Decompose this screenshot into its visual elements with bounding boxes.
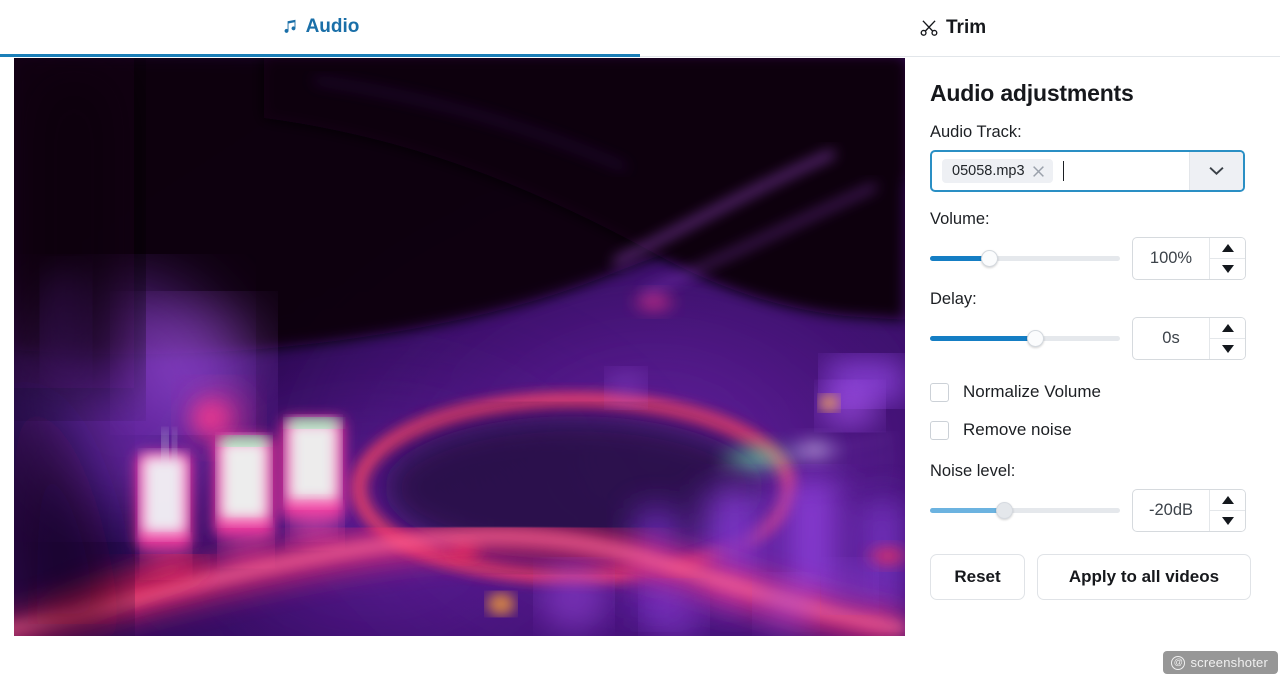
watermark-text: screenshoter <box>1190 655 1268 670</box>
noise-level-spinner[interactable]: -20dB <box>1132 489 1246 532</box>
normalize-volume-checkbox-row[interactable]: Normalize Volume <box>930 382 1260 402</box>
tab-audio-label: Audio <box>305 16 360 37</box>
watermark: @ screenshoter <box>1163 651 1278 674</box>
remove-noise-label: Remove noise <box>963 420 1072 439</box>
delay-row: 0s <box>930 317 1260 360</box>
delay-value: 0s <box>1162 329 1180 347</box>
noise-level-spinner-buttons <box>1209 490 1245 531</box>
volume-spinner-buttons <box>1209 238 1245 279</box>
volume-decrement-button[interactable] <box>1210 258 1245 279</box>
chevron-down-icon[interactable] <box>1189 152 1243 190</box>
reset-button[interactable]: Reset <box>930 554 1025 600</box>
volume-spinner[interactable]: 100% <box>1132 237 1246 280</box>
noise-level-slider[interactable] <box>930 497 1120 525</box>
volume-row: 100% <box>930 237 1260 280</box>
noise-level-slider-thumb[interactable] <box>996 501 1014 519</box>
remove-noise-checkbox-row[interactable]: Remove noise <box>930 420 1260 440</box>
remove-noise-checkbox[interactable] <box>930 420 949 440</box>
triangle-up-icon <box>1221 244 1234 252</box>
tab-audio[interactable]: Audio <box>0 0 640 57</box>
text-cursor <box>1062 161 1064 181</box>
delay-decrement-button[interactable] <box>1210 338 1245 359</box>
normalize-volume-checkbox[interactable] <box>930 382 949 402</box>
close-icon[interactable] <box>1032 165 1045 178</box>
audio-adjustments-panel: Audio adjustments Audio Track: 05058.mp3 <box>910 58 1280 678</box>
music-note-icon <box>281 19 298 36</box>
noise-level-value: -20dB <box>1148 501 1194 519</box>
audio-track-select[interactable]: 05058.mp3 <box>930 150 1245 192</box>
delay-label: Delay: <box>930 290 977 308</box>
delay-spinner-buttons <box>1209 318 1245 359</box>
triangle-down-icon <box>1221 265 1234 273</box>
triangle-down-icon <box>1221 517 1234 525</box>
volume-slider[interactable] <box>930 245 1120 273</box>
noise-level-label: Noise level: <box>930 462 1016 480</box>
apply-to-all-videos-button[interactable]: Apply to all videos <box>1037 554 1251 600</box>
volume-increment-button[interactable] <box>1210 238 1245 258</box>
volume-slider-thumb[interactable] <box>980 249 998 267</box>
delay-slider[interactable] <box>930 325 1120 353</box>
video-preview[interactable] <box>14 58 905 636</box>
delay-spinner[interactable]: 0s <box>1132 317 1246 360</box>
triangle-up-icon <box>1221 496 1234 504</box>
noise-level-row: -20dB <box>930 489 1260 532</box>
triangle-down-icon <box>1221 345 1234 353</box>
tab-trim[interactable]: Trim <box>640 0 1280 57</box>
audio-track-input[interactable]: 05058.mp3 <box>932 152 1189 190</box>
tab-bar: Audio Trim <box>0 0 1280 57</box>
audio-track-chip: 05058.mp3 <box>942 159 1053 183</box>
scissors-icon <box>920 19 938 37</box>
volume-value: 100% <box>1149 249 1193 267</box>
preview-image <box>14 58 905 636</box>
noise-level-decrement-button[interactable] <box>1210 510 1245 531</box>
panel-title: Audio adjustments <box>930 80 1134 106</box>
at-icon: @ <box>1171 655 1186 670</box>
delay-slider-fill <box>930 335 1035 341</box>
panel-actions: Reset Apply to all videos <box>930 554 1260 600</box>
audio-track-chip-label: 05058.mp3 <box>952 163 1025 179</box>
noise-level-slider-fill <box>930 507 1005 513</box>
audio-editor-app: Audio Trim Audio adjustments Audio Track… <box>0 0 1280 678</box>
normalize-volume-label: Normalize Volume <box>963 382 1101 401</box>
noise-level-increment-button[interactable] <box>1210 490 1245 510</box>
delay-increment-button[interactable] <box>1210 318 1245 338</box>
volume-label: Volume: <box>930 210 990 228</box>
audio-track-label: Audio Track: <box>930 123 1022 141</box>
tab-trim-label: Trim <box>946 17 987 38</box>
delay-slider-thumb[interactable] <box>1026 329 1044 347</box>
triangle-up-icon <box>1221 324 1234 332</box>
